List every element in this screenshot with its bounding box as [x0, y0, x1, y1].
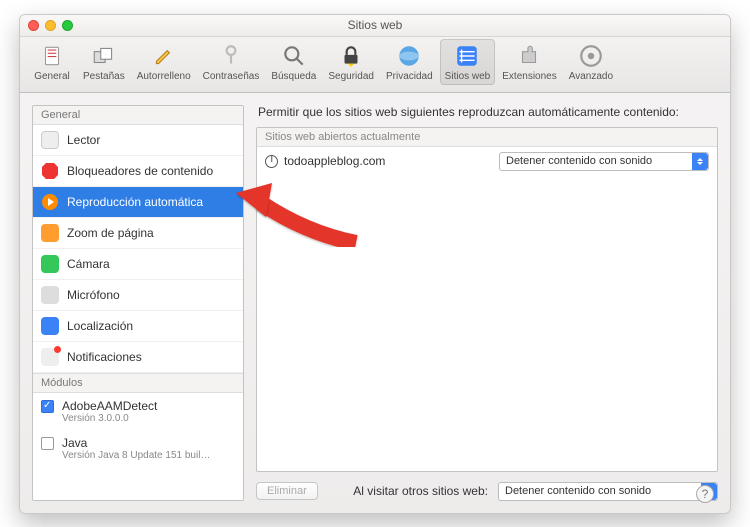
puzzle-icon [515, 42, 543, 70]
window-title: Sitios web [20, 18, 730, 32]
zoom-page-icon [41, 224, 59, 242]
tab-tabs[interactable]: Pestañas [78, 39, 130, 85]
tab-search[interactable]: Búsqueda [266, 39, 321, 85]
privacy-icon [395, 42, 423, 70]
site-label: todoappleblog.com [265, 154, 491, 168]
tab-privacy[interactable]: Privacidad [381, 39, 438, 85]
sidebar-item-location[interactable]: Localización [33, 311, 243, 342]
content-area: General Lector Bloqueadores de contenido… [20, 93, 730, 513]
websites-icon [453, 42, 481, 70]
row-option-popup[interactable]: Detener contenido con sonido [499, 152, 709, 171]
camera-icon [41, 255, 59, 273]
stop-icon [41, 162, 59, 180]
tab-websites[interactable]: Sitios web [440, 39, 496, 85]
preferences-window: Sitios web General Pestañas Autorrelleno… [19, 14, 731, 514]
checkbox-icon[interactable] [41, 437, 54, 450]
pencil-icon [150, 42, 178, 70]
default-option-popup[interactable]: Detener contenido con sonido [498, 482, 718, 501]
table-row[interactable]: todoappleblog.com Detener contenido con … [257, 147, 717, 176]
microphone-icon [41, 286, 59, 304]
websites-list: Sitios web abiertos actualmente todoappl… [256, 127, 718, 472]
advanced-icon [577, 42, 605, 70]
list-header: Sitios web abiertos actualmente [257, 128, 717, 147]
checkbox-icon[interactable] [41, 400, 54, 413]
tab-security[interactable]: Seguridad [323, 39, 379, 85]
main-panel: Permitir que los sitios web siguientes r… [256, 105, 718, 501]
play-icon [41, 193, 59, 211]
power-icon [265, 155, 278, 168]
reader-icon [41, 131, 59, 149]
sidebar-item-blockers[interactable]: Bloqueadores de contenido [33, 156, 243, 187]
search-icon [280, 42, 308, 70]
sidebar-item-microphone[interactable]: Micrófono [33, 280, 243, 311]
tab-passwords[interactable]: Contraseñas [198, 39, 265, 85]
panel-heading: Permitir que los sitios web siguientes r… [256, 105, 718, 119]
tabs-icon [90, 42, 118, 70]
sidebar-item-notifications[interactable]: Notificaciones [33, 342, 243, 373]
module-adobe[interactable]: AdobeAAMDetect Versión 3.0.0.0 [33, 393, 243, 430]
module-java[interactable]: Java Versión Java 8 Update 151 buil… [33, 430, 243, 467]
chevron-updown-icon [692, 153, 708, 170]
lock-icon [337, 42, 365, 70]
gear-icon [38, 42, 66, 70]
footer-label: Al visitar otros sitios web: [353, 484, 488, 498]
key-icon [217, 42, 245, 70]
sidebar-item-autoplay[interactable]: Reproducción automática [33, 187, 243, 218]
tab-advanced[interactable]: Avanzado [564, 39, 618, 85]
sidebar-item-zoom[interactable]: Zoom de página [33, 218, 243, 249]
tab-general[interactable]: General [28, 39, 76, 85]
delete-button[interactable]: Eliminar [256, 482, 318, 500]
panel-footer: Eliminar Al visitar otros sitios web: De… [256, 482, 718, 501]
location-icon [41, 317, 59, 335]
sidebar-item-lector[interactable]: Lector [33, 125, 243, 156]
bell-icon [41, 348, 59, 366]
sidebar: General Lector Bloqueadores de contenido… [32, 105, 244, 501]
sidebar-section-modules: Módulos [33, 373, 243, 393]
tab-autofill[interactable]: Autorrelleno [132, 39, 196, 85]
sidebar-item-camera[interactable]: Cámara [33, 249, 243, 280]
help-button[interactable]: ? [696, 485, 714, 503]
titlebar: Sitios web [20, 15, 730, 37]
tab-extensions[interactable]: Extensiones [497, 39, 561, 85]
preferences-toolbar: General Pestañas Autorrelleno Contraseña… [20, 37, 730, 93]
sidebar-section-general: General [33, 106, 243, 125]
